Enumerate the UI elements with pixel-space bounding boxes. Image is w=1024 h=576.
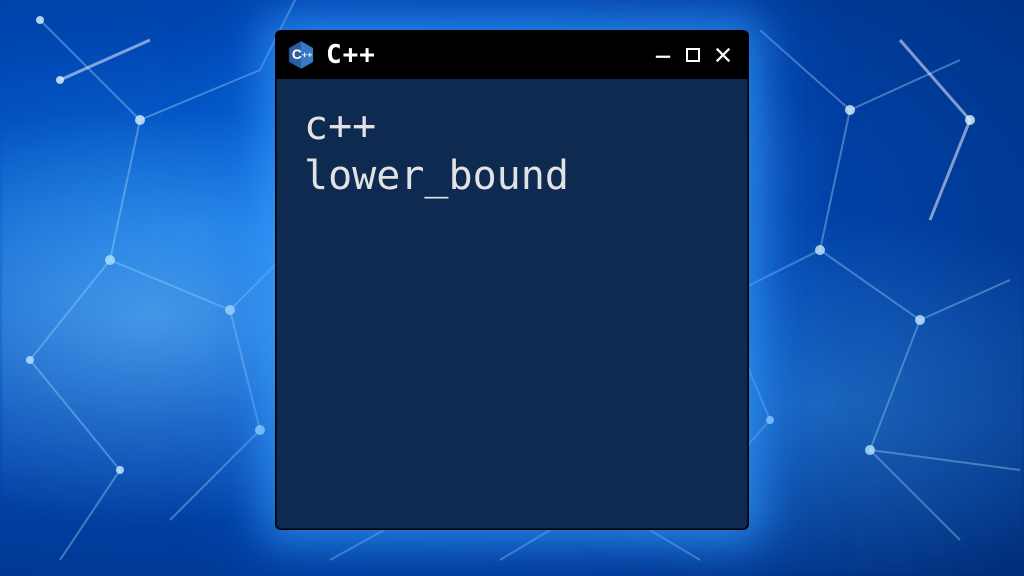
- window-body: c++ lower_bound: [276, 79, 748, 223]
- window-controls: [652, 44, 734, 66]
- terminal-window: C C++ c++ lower_bound: [275, 30, 749, 530]
- window-title: C++: [326, 40, 642, 70]
- body-line-2: lower_bound: [304, 151, 720, 201]
- square-icon: [686, 48, 700, 62]
- svg-text:C: C: [292, 47, 302, 62]
- minimize-button[interactable]: [652, 44, 674, 66]
- close-button[interactable]: [712, 44, 734, 66]
- maximize-button[interactable]: [682, 44, 704, 66]
- titlebar: C C++: [276, 31, 748, 79]
- body-line-1: c++: [304, 101, 720, 151]
- cpp-logo-icon: C: [286, 40, 316, 70]
